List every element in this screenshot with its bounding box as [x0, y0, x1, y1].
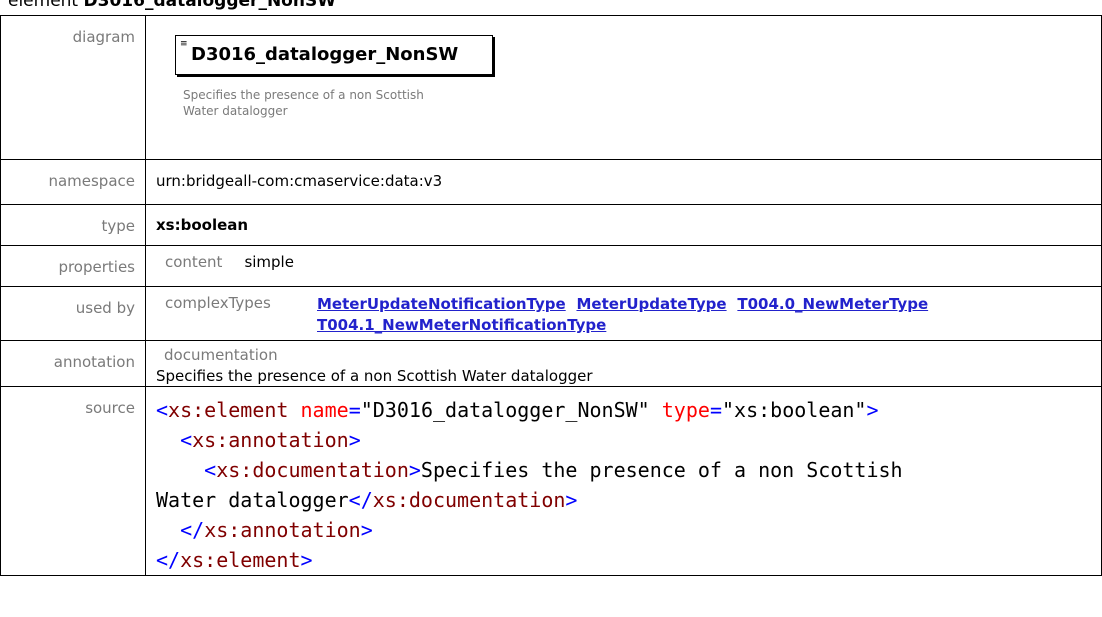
diagram-cell: ≡ D3016_datalogger_NonSW Specifies the p… [145, 15, 1102, 160]
source-line: Water datalogger</xs:documentation> [156, 488, 578, 512]
source-row: source <xs:element name="D3016_datalogge… [0, 386, 1102, 576]
annotation-row: annotation documentation Specifies the p… [0, 340, 1102, 387]
type-row: type xs:boolean [0, 204, 1102, 246]
properties-row: properties content simple [0, 245, 1102, 287]
used-by-row: used by complexTypes MeterUpdateNotifica… [0, 286, 1102, 341]
heading-element-name: D3016_datalogger_NonSW [83, 0, 336, 11]
diagram-row: diagram ≡ D3016_datalogger_NonSW Specifi… [0, 15, 1102, 160]
element-diagram-box[interactable]: ≡ D3016_datalogger_NonSW [175, 35, 493, 75]
source-code: <xs:element name="D3016_datalogger_NonSW… [156, 387, 1101, 575]
heading-prefix: element [8, 0, 84, 11]
type-label: type [0, 204, 146, 246]
link-t004-1-new-meter-notification-type[interactable]: T004.1_NewMeterNotificationType [317, 316, 606, 334]
properties-value: simple [244, 253, 294, 271]
source-label: source [0, 386, 146, 576]
namespace-label: namespace [0, 159, 146, 205]
namespace-row: namespace urn:bridgeall-com:cmaservice:d… [0, 159, 1102, 205]
element-doc-table: diagram ≡ D3016_datalogger_NonSW Specifi… [0, 15, 1102, 576]
link-meter-update-notification-type[interactable]: MeterUpdateNotificationType [317, 295, 566, 313]
annotation-key: documentation [164, 346, 278, 364]
source-line: <xs:documentation>Specifies the presence… [204, 458, 903, 482]
source-line: </xs:element> [156, 548, 313, 572]
used-by-key: complexTypes [165, 294, 271, 312]
diagram-description: Specifies the presence of a non Scottish… [183, 88, 424, 118]
used-by-label: used by [0, 286, 146, 341]
link-meter-update-type[interactable]: MeterUpdateType [576, 295, 726, 313]
annotation-label: annotation [0, 340, 146, 387]
annotation-documentation: Specifies the presence of a non Scottish… [156, 367, 593, 385]
properties-label: properties [0, 245, 146, 287]
annotation-content: documentation Specifies the presence of … [146, 341, 1101, 385]
used-by-content: complexTypes MeterUpdateNotificationType… [146, 287, 1101, 336]
element-heading: element D3016_datalogger_NonSW [0, 0, 336, 11]
properties-key: content [165, 253, 223, 271]
diagram-element-name: D3016_datalogger_NonSW [191, 44, 459, 65]
namespace-value: urn:bridgeall-com:cmaservice:data:v3 [156, 172, 443, 190]
properties-content: content simple [146, 246, 1101, 271]
source-line: <xs:annotation> [180, 428, 361, 452]
type-value: xs:boolean [156, 216, 249, 234]
diagram-label: diagram [0, 15, 146, 160]
source-line: <xs:element name="D3016_datalogger_NonSW… [156, 398, 879, 422]
element-lines-icon: ≡ [180, 39, 188, 49]
used-by-links: MeterUpdateNotificationType MeterUpdateT… [317, 294, 1057, 336]
link-t004-0-new-meter-type[interactable]: T004.0_NewMeterType [737, 295, 928, 313]
source-line: </xs:annotation> [180, 518, 373, 542]
